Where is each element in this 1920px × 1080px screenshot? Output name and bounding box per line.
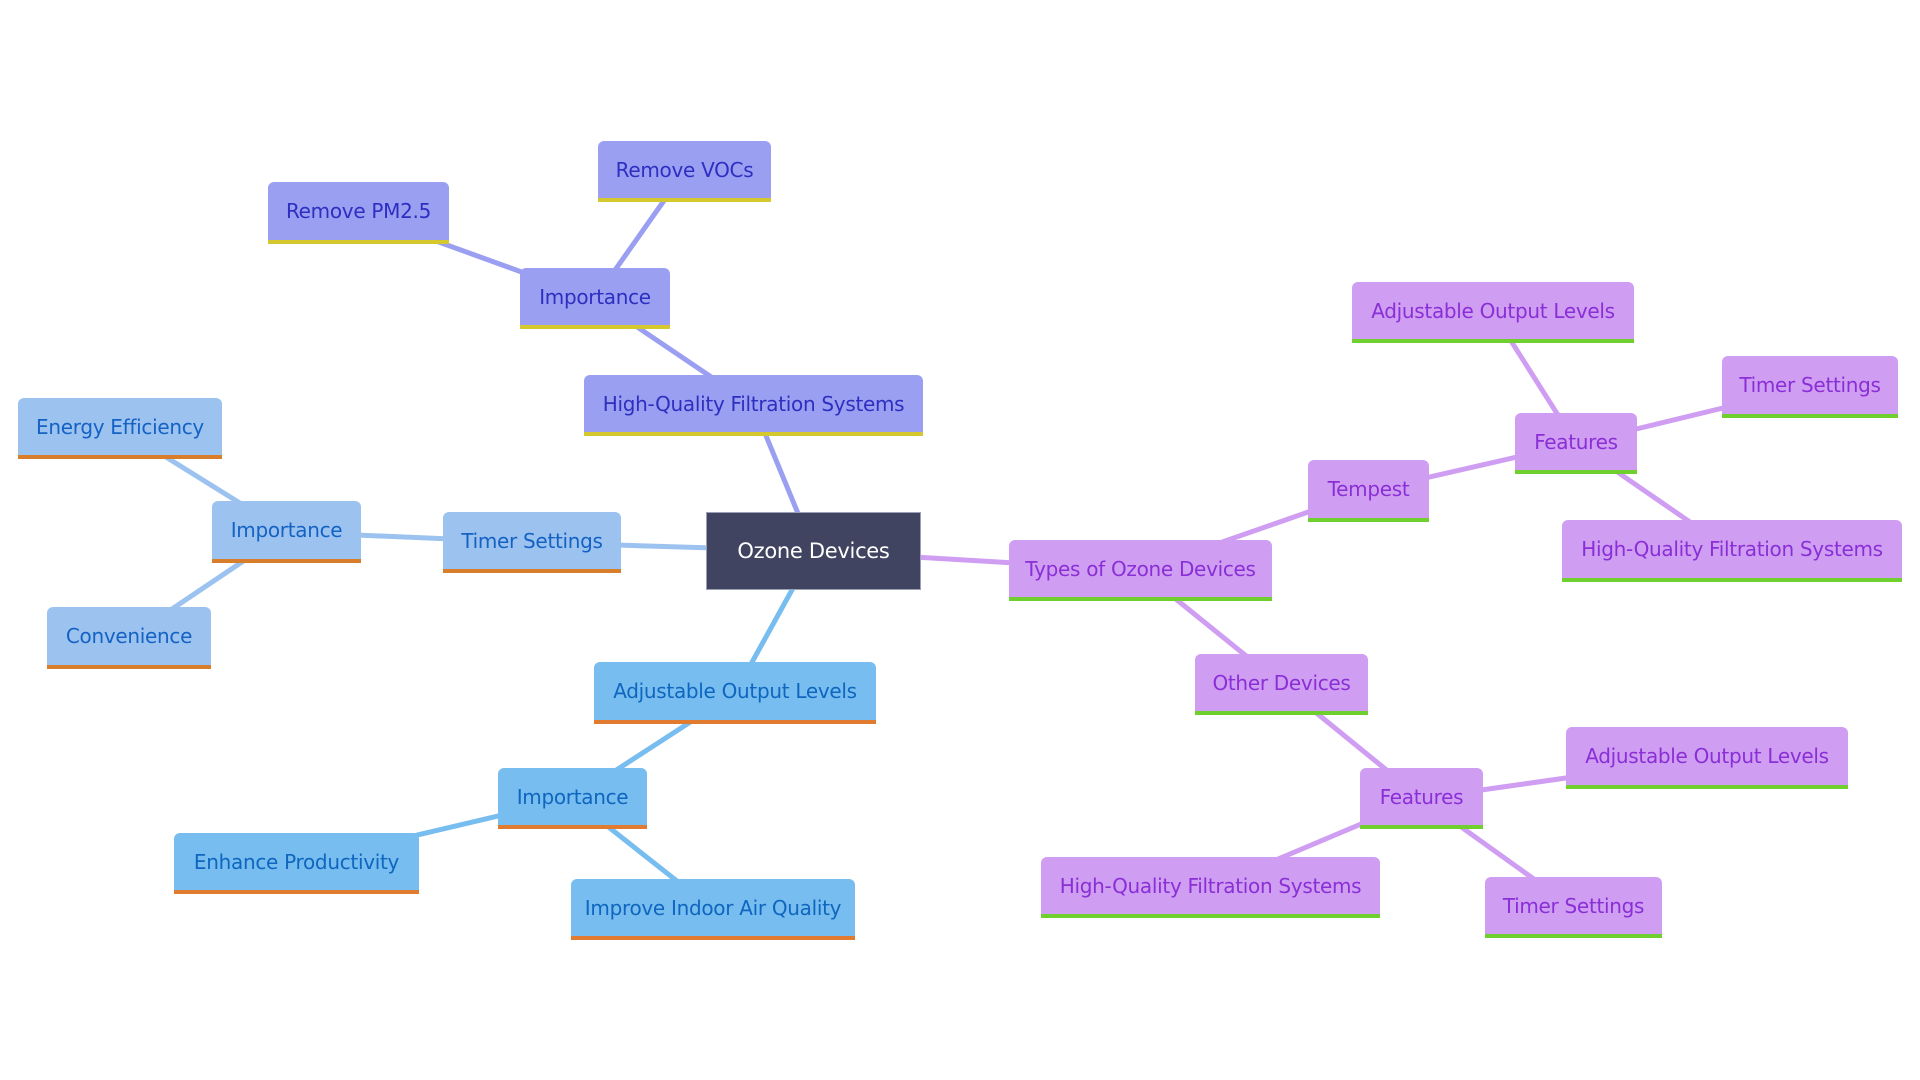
node-tempest-timer-settings[interactable]: Timer Settings [1722,356,1898,418]
node-tempest[interactable]: Tempest [1308,460,1429,522]
node-remove-pm25[interactable]: Remove PM2.5 [268,182,449,244]
node-enhance-productivity[interactable]: Enhance Productivity [174,833,419,894]
node-types-of-ozone-devices[interactable]: Types of Ozone Devices [1009,540,1272,601]
node-other-devices[interactable]: Other Devices [1195,654,1368,715]
node-output-importance[interactable]: Importance [498,768,647,829]
node-tempest-features[interactable]: Features [1515,413,1637,474]
node-energy-efficiency[interactable]: Energy Efficiency [18,398,222,459]
node-tempest-filtration-systems[interactable]: High-Quality Filtration Systems [1562,520,1902,582]
node-convenience[interactable]: Convenience [47,607,211,669]
node-timer-importance[interactable]: Importance [212,501,361,563]
node-other-adjustable-output-levels[interactable]: Adjustable Output Levels [1566,727,1848,789]
mindmap-canvas: Ozone Devices High-Quality Filtration Sy… [0,0,1920,1080]
node-other-filtration-systems[interactable]: High-Quality Filtration Systems [1041,857,1380,918]
node-root-ozone-devices[interactable]: Ozone Devices [706,512,921,590]
node-high-quality-filtration-systems[interactable]: High-Quality Filtration Systems [584,375,923,436]
node-other-features[interactable]: Features [1360,768,1483,829]
node-remove-vocs[interactable]: Remove VOCs [598,141,771,202]
node-other-timer-settings[interactable]: Timer Settings [1485,877,1662,938]
node-improve-indoor-air-quality[interactable]: Improve Indoor Air Quality [571,879,855,940]
node-timer-settings[interactable]: Timer Settings [443,512,621,573]
node-adjustable-output-levels[interactable]: Adjustable Output Levels [594,662,876,724]
node-filtration-importance[interactable]: Importance [520,268,670,329]
node-tempest-adjustable-output-levels[interactable]: Adjustable Output Levels [1352,282,1634,343]
